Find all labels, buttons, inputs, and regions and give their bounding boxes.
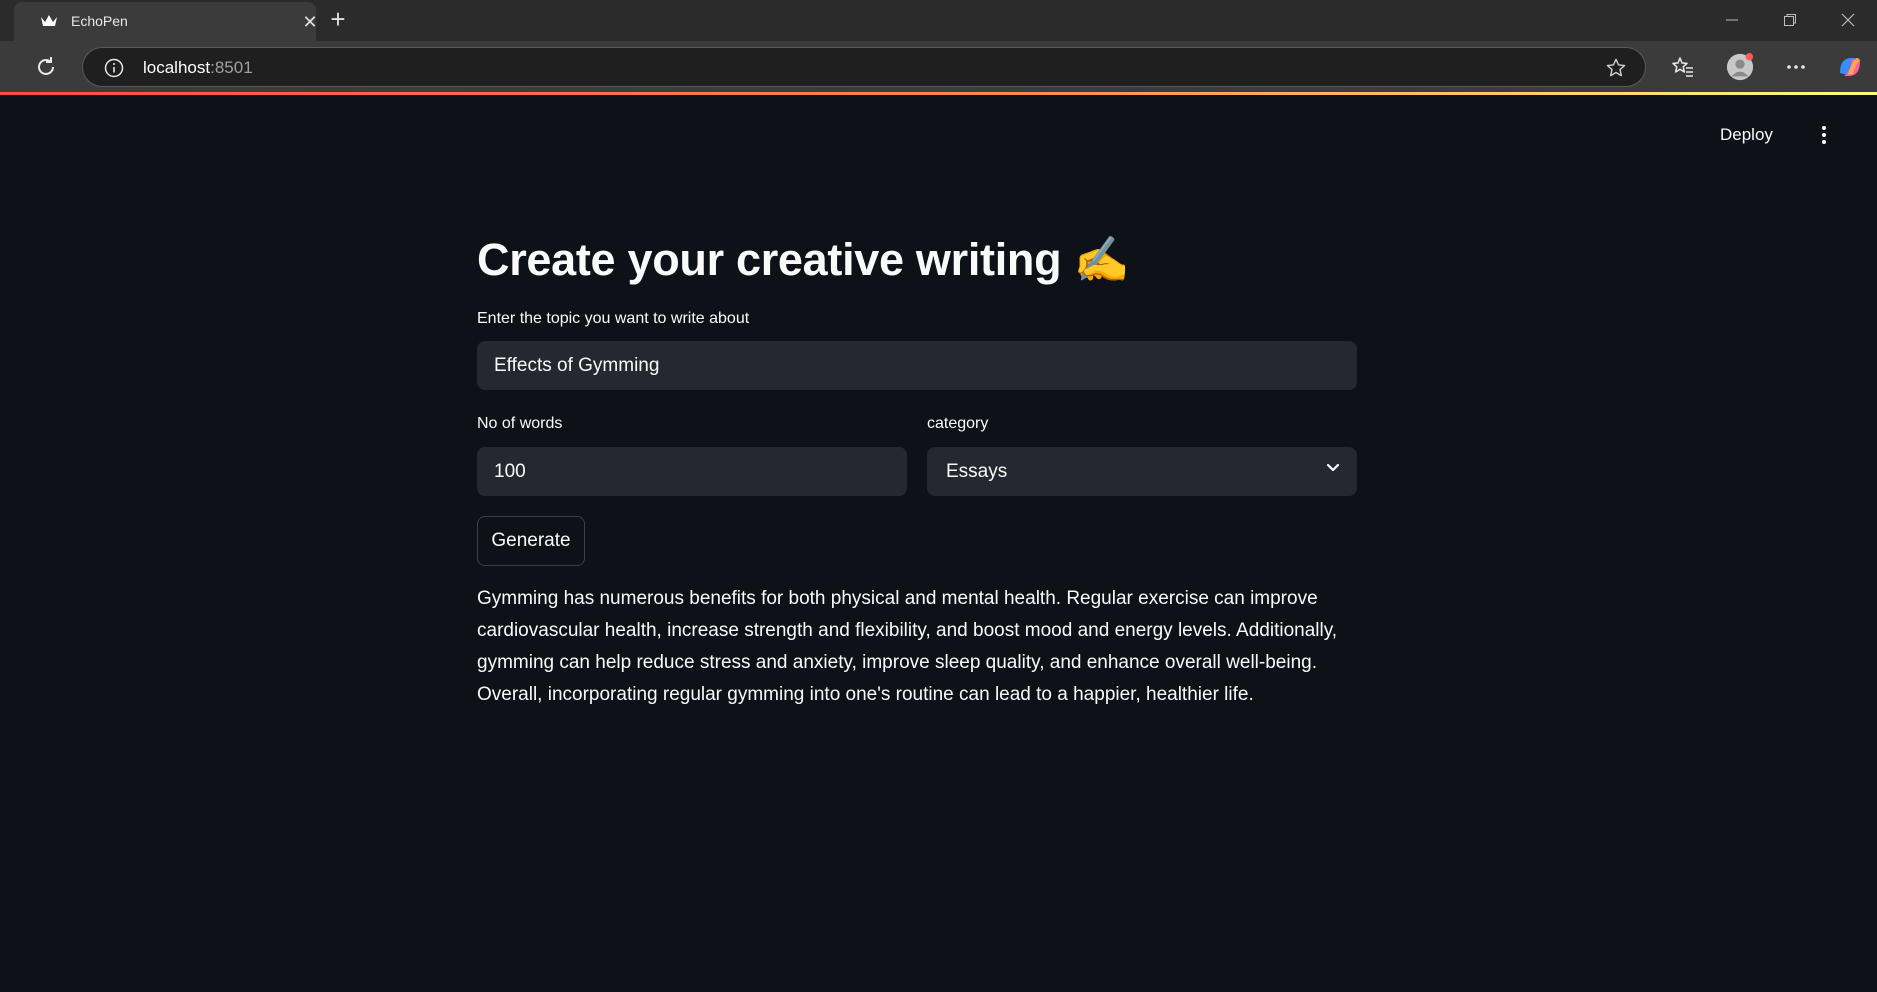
topic-label: Enter the topic you want to write about <box>477 310 750 327</box>
copilot-icon[interactable] <box>1836 53 1864 81</box>
favorites-icon[interactable] <box>1669 53 1697 81</box>
generated-text: Gymming has numerous benefits for both p… <box>477 588 1338 705</box>
browser-tabstrip: EchoPen ✕ + <box>0 0 1877 41</box>
streamlit-crown-icon <box>41 15 57 26</box>
words-input[interactable]: 100 <box>477 447 907 496</box>
page-title: Create your creative writing ✍️ <box>477 234 1130 285</box>
chevron-down-icon <box>1326 463 1340 472</box>
generate-button[interactable]: Generate <box>477 516 585 566</box>
reload-icon[interactable] <box>34 55 58 79</box>
restore-icon[interactable] <box>1776 8 1804 32</box>
url-host: localhost <box>143 58 211 77</box>
info-icon[interactable] <box>104 58 124 78</box>
category-selected-value: Essays <box>946 460 1008 482</box>
url-port: :8501 <box>210 58 253 77</box>
address-bar[interactable]: localhost:8501 <box>82 47 1646 87</box>
topic-input[interactable]: Effects of Gymming <box>477 341 1357 390</box>
category-select[interactable]: Essays <box>927 447 1357 496</box>
browser-toolbar: localhost:8501 <box>0 41 1877 92</box>
category-label: category <box>927 415 989 432</box>
kebab-menu-icon[interactable] <box>1814 123 1834 147</box>
app-container: Deploy Create your creative writing ✍️ E… <box>0 95 1877 992</box>
tab-title: EchoPen <box>71 13 128 29</box>
star-icon[interactable] <box>1605 57 1627 79</box>
url-text[interactable]: localhost:8501 <box>143 58 253 78</box>
minimize-icon[interactable] <box>1718 8 1746 32</box>
deploy-button[interactable]: Deploy <box>1720 125 1773 145</box>
close-icon[interactable]: ✕ <box>300 12 320 32</box>
more-icon[interactable] <box>1782 53 1810 81</box>
window-close-icon[interactable] <box>1834 8 1862 32</box>
profile-avatar[interactable] <box>1726 53 1754 81</box>
words-label: No of words <box>477 415 563 432</box>
browser-tab[interactable]: EchoPen ✕ <box>14 2 318 41</box>
plus-icon[interactable]: + <box>326 6 350 32</box>
